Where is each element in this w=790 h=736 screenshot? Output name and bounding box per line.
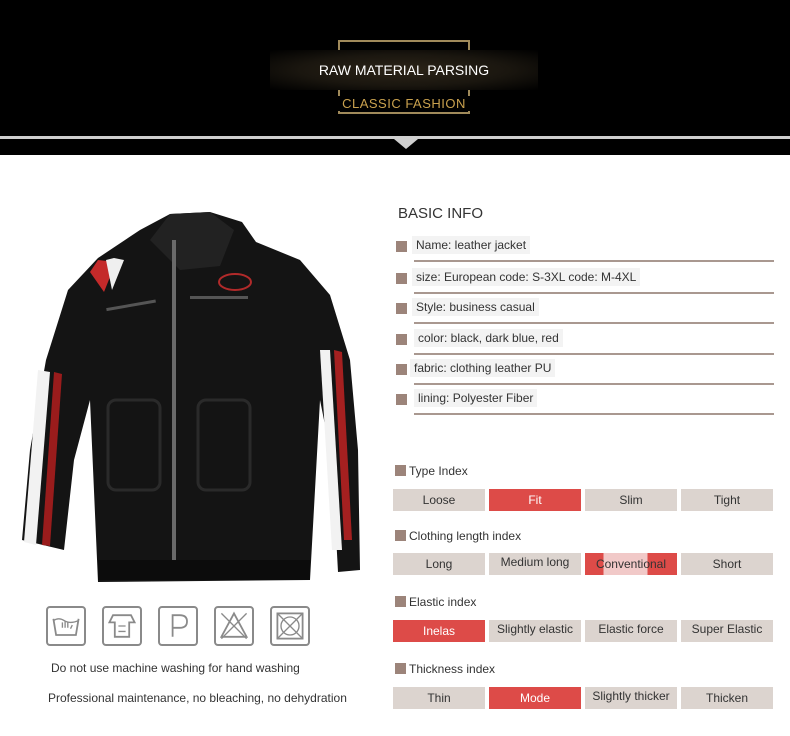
row-divider <box>414 260 774 262</box>
length-option-medium-long: Medium long <box>489 553 581 575</box>
row-divider <box>414 413 774 415</box>
no-bleach-icon <box>214 606 254 646</box>
bullet-square <box>395 530 406 541</box>
professional-dry-clean-icon <box>158 606 198 646</box>
elastic-option-inelas: Inelas <box>393 620 485 642</box>
thickness-option-slightly-thicker: Slightly thicker <box>585 687 677 709</box>
info-row-label: size: European code: S-3XL code: M-4XL <box>412 268 641 286</box>
type-index-scale: Loose Fit Slim Tight <box>393 489 775 511</box>
bullet-square <box>396 273 407 284</box>
info-row-label: Style: business casual <box>412 298 539 316</box>
elastic-option-super-elastic: Super Elastic <box>681 620 773 642</box>
info-row-size: size: European code: S-3XL code: M-4XL <box>392 264 774 294</box>
bullet-square <box>396 241 407 252</box>
row-divider <box>414 322 774 324</box>
elastic-option-elastic-force: Elastic force <box>585 620 677 642</box>
length-index-label: Clothing length index <box>409 529 522 543</box>
banner-subtitle: CLASSIC FASHION <box>338 96 470 111</box>
header-banner: RAW MATERIAL PARSING CLASSIC FASHION <box>0 0 790 155</box>
elastic-index-label: Elastic index <box>409 595 477 609</box>
elastic-option-slightly-elastic: Slightly elastic <box>489 620 581 642</box>
bullet-square <box>396 334 407 345</box>
type-index-title: Type Index <box>395 464 468 478</box>
type-option-slim: Slim <box>585 489 677 511</box>
type-option-tight: Tight <box>681 489 773 511</box>
bullet-square <box>396 394 407 405</box>
thickness-option-thin: Thin <box>393 687 485 709</box>
thickness-index-scale: Thin Mode Slightly thicker Thicken <box>393 687 775 709</box>
length-option-conventional: Conventional <box>585 553 677 575</box>
type-option-loose: Loose <box>393 489 485 511</box>
type-option-fit: Fit <box>489 489 581 511</box>
type-index-label: Type Index <box>409 464 468 478</box>
thickness-option-mode: Mode <box>489 687 581 709</box>
info-row-label: lining: Polyester Fiber <box>414 389 538 407</box>
info-row-style: Style: business casual <box>392 294 774 324</box>
info-row-label: color: black, dark blue, red <box>414 329 563 347</box>
info-row-name: Name: leather jacket <box>392 232 774 262</box>
care-instruction-2: Professional maintenance, no bleaching, … <box>48 691 347 705</box>
no-dry-icon <box>270 606 310 646</box>
length-index-scale: Long Medium long Conventional Short <box>393 553 775 575</box>
bullet-square <box>396 364 407 375</box>
info-row-label: fabric: clothing leather PU <box>410 359 556 377</box>
info-row-color: color: black, dark blue, red <box>392 325 774 355</box>
length-index-title: Clothing length index <box>395 529 521 543</box>
length-option-short: Short <box>681 553 773 575</box>
bullet-square <box>395 465 406 476</box>
elastic-index-scale: Inelas Slightly elastic Elastic force Su… <box>393 620 775 642</box>
no-tumble-dry-icon <box>102 606 142 646</box>
thickness-index-title: Thickness index <box>395 662 495 676</box>
hand-wash-icon <box>46 606 86 646</box>
thickness-option-thicken: Thicken <box>681 687 773 709</box>
info-row-lining: lining: Polyester Fiber <box>392 385 774 415</box>
length-option-long: Long <box>393 553 485 575</box>
bullet-square <box>395 663 406 674</box>
bullet-square <box>396 303 407 314</box>
info-row-fabric: fabric: clothing leather PU <box>392 355 774 385</box>
thickness-index-label: Thickness index <box>409 662 496 676</box>
info-row-label: Name: leather jacket <box>412 236 531 254</box>
banner-notch <box>394 139 418 149</box>
banner-title: RAW MATERIAL PARSING <box>318 62 490 78</box>
care-instruction-1: Do not use machine washing for hand wash… <box>51 661 300 675</box>
basic-info-title: BASIC INFO <box>398 205 484 222</box>
product-image <box>20 200 360 590</box>
bullet-square <box>395 596 406 607</box>
elastic-index-title: Elastic index <box>395 595 476 609</box>
